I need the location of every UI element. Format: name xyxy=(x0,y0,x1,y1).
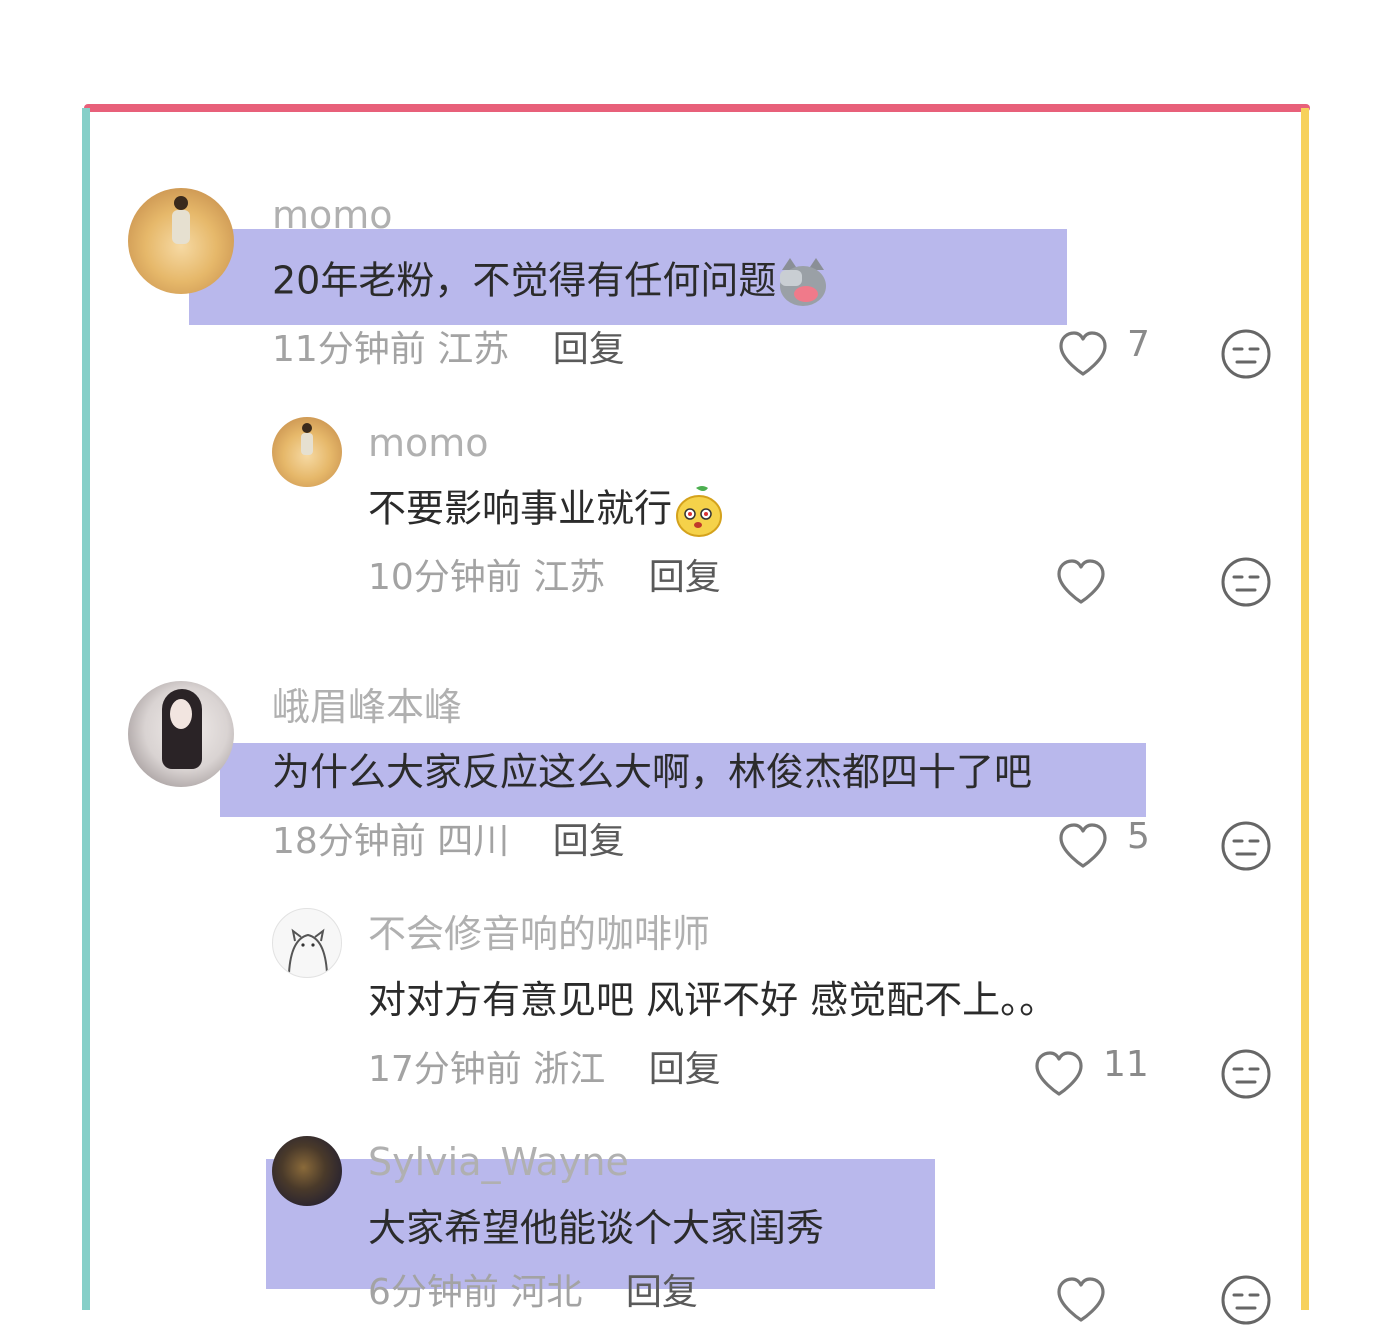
heart-outline-icon xyxy=(1059,823,1107,868)
heart-outline-icon xyxy=(1057,559,1105,604)
cat-facepalm-emoji xyxy=(780,258,827,306)
cat-sketch-icon xyxy=(288,928,328,974)
like-count: 7 xyxy=(1127,324,1150,365)
comment-text: 大家希望他能谈个大家闺秀 xyxy=(368,1206,825,1250)
username[interactable]: 峨眉峰本峰 xyxy=(272,684,462,730)
reply-button[interactable]: 回复 xyxy=(626,1272,698,1313)
pear-face-emoji xyxy=(676,486,723,537)
timestamp: 17分钟前 xyxy=(368,1049,522,1090)
avatar[interactable] xyxy=(272,908,342,978)
location: 四川 xyxy=(437,821,510,862)
neutral-face-icon[interactable] xyxy=(1220,1274,1272,1326)
comment-meta: 6分钟前 河北 回复 xyxy=(368,1270,698,1316)
frame-left-border xyxy=(82,108,90,1310)
heart-outline-icon xyxy=(1057,1277,1105,1322)
comment-text: 20年老粉，不觉得有任何问题 xyxy=(272,256,830,310)
location: 江苏 xyxy=(533,557,606,598)
neutral-face-icon[interactable] xyxy=(1220,556,1272,608)
timestamp: 18分钟前 xyxy=(272,821,426,862)
comment-text: 为什么大家反应这么大啊，林俊杰都四十了吧 xyxy=(272,750,1033,794)
username[interactable]: Sylvia_Wayne xyxy=(368,1139,629,1185)
comment-text: 不要影响事业就行 xyxy=(368,484,726,538)
username[interactable]: momo xyxy=(368,420,489,466)
reply-button[interactable]: 回复 xyxy=(553,821,625,862)
timestamp: 6分钟前 xyxy=(368,1272,499,1313)
location: 河北 xyxy=(510,1272,583,1313)
location: 江苏 xyxy=(437,329,510,370)
heart-outline-icon xyxy=(1059,331,1107,376)
frame-top-border xyxy=(84,104,1310,112)
comment-text: 对对方有意见吧 风评不好 感觉配不上。。 xyxy=(368,978,1058,1022)
comment-meta: 17分钟前 浙江 回复 xyxy=(368,1047,721,1093)
timestamp: 11分钟前 xyxy=(272,329,426,370)
comment-meta: 18分钟前 四川 回复 xyxy=(272,819,625,865)
location: 浙江 xyxy=(533,1049,606,1090)
avatar[interactable] xyxy=(128,681,234,787)
heart-outline-icon xyxy=(1035,1051,1083,1096)
username[interactable]: 不会修音响的咖啡师 xyxy=(368,911,710,957)
neutral-face-icon[interactable] xyxy=(1220,820,1272,872)
reply-button[interactable]: 回复 xyxy=(649,557,721,598)
like-count: 5 xyxy=(1127,816,1150,857)
frame-right-border xyxy=(1301,108,1309,1310)
reply-button[interactable]: 回复 xyxy=(553,329,625,370)
comment-meta: 10分钟前 江苏 回复 xyxy=(368,555,721,601)
like-count: 11 xyxy=(1103,1044,1149,1085)
comment-meta: 11分钟前 江苏 回复 xyxy=(272,327,625,373)
neutral-face-icon[interactable] xyxy=(1220,1048,1272,1100)
avatar[interactable] xyxy=(272,417,342,487)
avatar[interactable] xyxy=(128,188,234,294)
avatar[interactable] xyxy=(272,1136,342,1206)
reply-button[interactable]: 回复 xyxy=(649,1049,721,1090)
username[interactable]: momo xyxy=(272,192,393,238)
neutral-face-icon[interactable] xyxy=(1220,328,1272,380)
timestamp: 10分钟前 xyxy=(368,557,522,598)
